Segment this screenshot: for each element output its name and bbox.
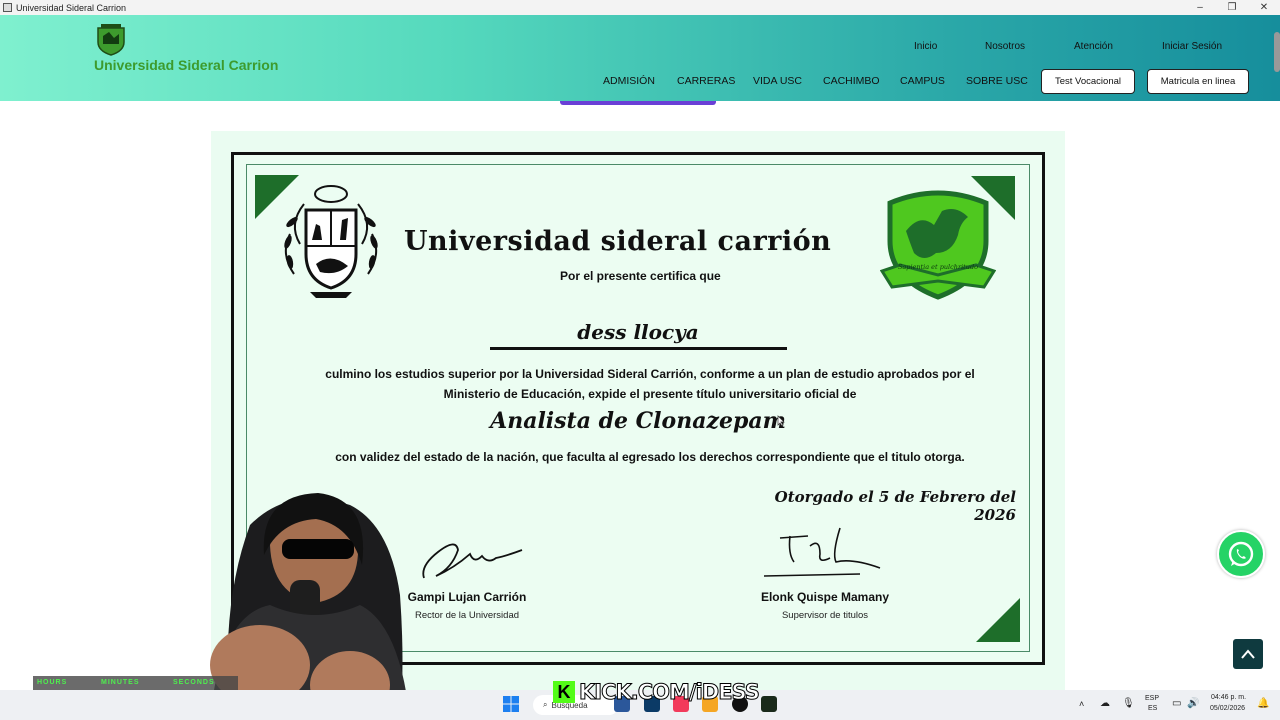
nav-iniciar-sesion[interactable]: Iniciar Sesión	[1162, 41, 1222, 52]
windows-start-icon[interactable]	[503, 696, 519, 712]
chevron-up-icon	[1241, 649, 1255, 659]
name-underline	[490, 347, 787, 350]
cloud-icon[interactable]: ☁	[1100, 698, 1110, 709]
supervisor-role: Supervisor de titulos	[781, 610, 869, 621]
timer-minutes-label: MINUTES	[101, 679, 140, 686]
window-controls: – ❐ ✕	[1184, 0, 1280, 15]
nav-atencion[interactable]: Atención	[1074, 41, 1113, 52]
app-icon	[3, 3, 12, 12]
supervisor-name: Elonk Quispe Mamany	[760, 590, 890, 604]
search-icon: ⌕	[543, 700, 548, 709]
window-title: Universidad Sideral Carrion	[16, 2, 127, 13]
timer-hours-label: HOURS	[37, 679, 68, 686]
minimize-button[interactable]: –	[1184, 0, 1216, 15]
matricula-button[interactable]: Matricula en linea	[1147, 69, 1249, 94]
certificate-title: Universidad sideral carrión	[404, 226, 832, 257]
mouse-cursor-icon	[777, 415, 785, 427]
coat-of-arms-icon	[284, 185, 378, 298]
body-line-2: Ministerio de Educación, expide el prese…	[443, 387, 857, 401]
close-button[interactable]: ✕	[1248, 0, 1280, 15]
volume-icon[interactable]: 🔊	[1187, 698, 1199, 709]
notification-bell-icon[interactable]: 🔔	[1257, 698, 1269, 709]
timer-seconds-label: SECONDS	[173, 679, 215, 686]
clock-time[interactable]: 04:46 p. m.	[1211, 694, 1246, 701]
degree-title: Analista de Clonazepam	[490, 408, 786, 434]
nav-campus[interactable]: CAMPUS	[900, 75, 945, 87]
nav-inicio[interactable]: Inicio	[914, 41, 937, 52]
rector-signature-icon	[422, 543, 523, 579]
whatsapp-button[interactable]	[1217, 530, 1265, 578]
brand-name[interactable]: Universidad Sideral Carrion	[94, 57, 278, 73]
certificate-body: culmino los estudios superior por la Uni…	[296, 364, 1004, 404]
back-to-top-button[interactable]	[1233, 639, 1263, 669]
clock-date[interactable]: 05/02/2026	[1210, 705, 1245, 712]
body-line-1: culmino los estudios superior por la Uni…	[325, 367, 975, 381]
microphone-icon[interactable]: 🎙	[1122, 698, 1135, 709]
university-crest-icon[interactable]	[96, 24, 126, 56]
certificate-subtitle: Por el presente certifica que	[560, 269, 721, 283]
issue-date: Otorgado el 5 de Febrero del 2026	[774, 488, 1016, 524]
kick-app-icon[interactable]	[761, 696, 777, 712]
test-vocacional-button[interactable]: Test Vocacional	[1041, 69, 1135, 94]
nav-admision[interactable]: ADMISIÓN	[603, 75, 655, 87]
window-title-bar: Universidad Sideral Carrion	[0, 0, 1280, 15]
whatsapp-icon	[1228, 541, 1254, 567]
corner-ornament-bottom-right	[976, 598, 1020, 642]
nav-carreras[interactable]: CARRERAS	[677, 75, 735, 87]
nav-cachimbo[interactable]: CACHIMBO	[823, 75, 880, 87]
scrollbar-thumb[interactable]	[1274, 32, 1280, 72]
recipient-name: dess llocya	[577, 320, 699, 344]
kick-url: KICK.COM/iDESS	[579, 680, 761, 705]
nav-sobre-usc[interactable]: SOBRE USC	[966, 75, 1028, 87]
shield-motto: Sapientia et pulchritudo	[898, 263, 978, 271]
university-shield-icon: Sapientia et pulchritudo	[880, 190, 996, 300]
network-icon[interactable]: ▭	[1172, 698, 1181, 709]
maximize-button[interactable]: ❐	[1216, 0, 1248, 15]
keyboard-layout[interactable]: ES	[1148, 705, 1157, 712]
site-navbar: Universidad Sideral Carrion Inicio Nosot…	[0, 15, 1280, 101]
language-code[interactable]: ESP	[1145, 695, 1159, 702]
validity-text: con validez del estado de la nación, que…	[335, 450, 965, 464]
supervisor-signature-icon	[763, 527, 881, 577]
nav-nosotros[interactable]: Nosotros	[985, 41, 1025, 52]
kick-channel-overlay: K KICK.COM/iDESS	[553, 680, 761, 705]
tray-chevron-icon[interactable]: ˄	[1079, 699, 1084, 709]
active-tab-indicator	[560, 101, 716, 105]
nav-vida-usc[interactable]: VIDA USC	[753, 75, 802, 87]
kick-logo-icon: K	[553, 681, 575, 703]
